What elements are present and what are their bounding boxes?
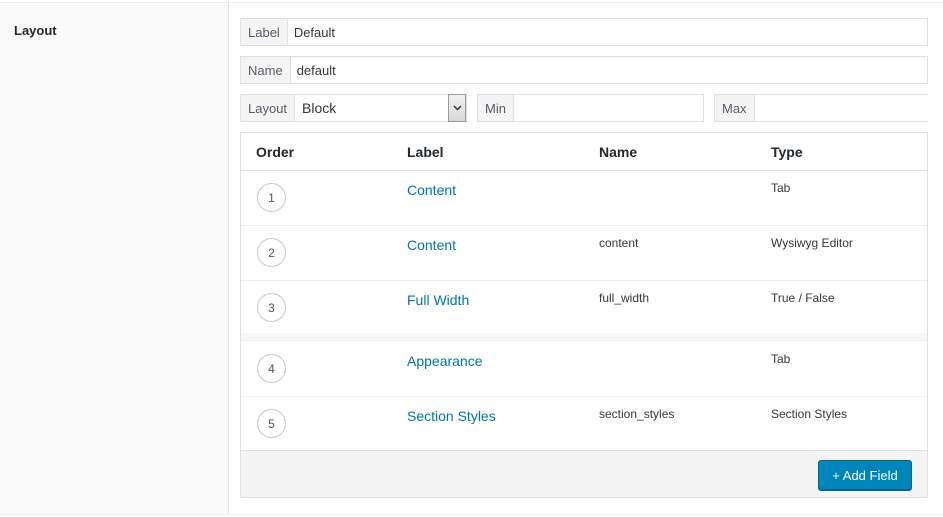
- table-row[interactable]: 1 Content Tab: [241, 171, 927, 226]
- max-field-prepend: Max: [715, 95, 755, 121]
- label-input[interactable]: [287, 19, 927, 45]
- field-type: Tab: [771, 181, 791, 195]
- name-field-row: Name: [240, 56, 928, 84]
- name-input[interactable]: [290, 57, 927, 83]
- table-row[interactable]: 4 Appearance Tab: [241, 342, 927, 397]
- order-handle[interactable]: 3: [257, 293, 286, 322]
- order-handle[interactable]: 2: [257, 238, 286, 267]
- chevron-down-icon[interactable]: [448, 94, 466, 122]
- layout-select-value: Block: [302, 100, 337, 116]
- order-handle[interactable]: 1: [257, 183, 286, 212]
- order-column-header: Order: [256, 144, 295, 160]
- field-type: True / False: [771, 291, 835, 305]
- section-title: Layout: [14, 23, 57, 38]
- table-row[interactable]: 2 Content content Wysiwyg Editor: [241, 226, 927, 281]
- bottom-divider: [0, 514, 943, 515]
- field-name: section_styles: [599, 407, 675, 421]
- max-input[interactable]: [754, 95, 943, 121]
- fields-table: Order Label Name Type 1 Content Tab 2 Co…: [240, 132, 928, 498]
- label-column-header: Label: [407, 144, 444, 160]
- layout-field-prepend: Layout: [241, 95, 296, 121]
- label-field-prepend: Label: [241, 19, 288, 45]
- min-field-prepend: Min: [478, 95, 514, 121]
- field-name: full_width: [599, 291, 650, 305]
- table-footer: + Add Field: [241, 450, 927, 497]
- min-input[interactable]: [513, 95, 703, 121]
- type-column-header: Type: [771, 144, 803, 160]
- field-label-link[interactable]: Section Styles: [407, 408, 496, 424]
- add-field-button[interactable]: + Add Field: [818, 460, 912, 490]
- section-sidebar: Layout: [0, 3, 229, 514]
- min-field-row: Min: [477, 94, 704, 122]
- field-type: Section Styles: [771, 407, 848, 421]
- field-type: Wysiwyg Editor: [771, 236, 853, 250]
- field-type: Tab: [771, 352, 791, 366]
- field-label-link[interactable]: Full Width: [407, 292, 469, 308]
- table-row[interactable]: 3 Full Width full_width True / False: [241, 281, 927, 336]
- layout-field-row: Layout Block: [240, 94, 467, 122]
- field-name: content: [599, 236, 639, 250]
- layout-editor: Layout Label Name Layout Block Min Max O…: [0, 0, 943, 517]
- order-handle[interactable]: 4: [257, 354, 286, 383]
- layout-select[interactable]: Block: [295, 94, 466, 122]
- field-label-link[interactable]: Content: [407, 182, 456, 198]
- row-separator: [241, 333, 927, 341]
- order-handle[interactable]: 5: [257, 409, 286, 438]
- max-field-row: Max: [714, 94, 943, 122]
- field-label-link[interactable]: Appearance: [407, 353, 483, 369]
- field-label-link[interactable]: Content: [407, 237, 456, 253]
- table-row[interactable]: 5 Section Styles section_styles Section …: [241, 397, 927, 452]
- name-field-prepend: Name: [241, 57, 291, 83]
- label-field-row: Label: [240, 18, 928, 46]
- name-column-header: Name: [599, 144, 638, 160]
